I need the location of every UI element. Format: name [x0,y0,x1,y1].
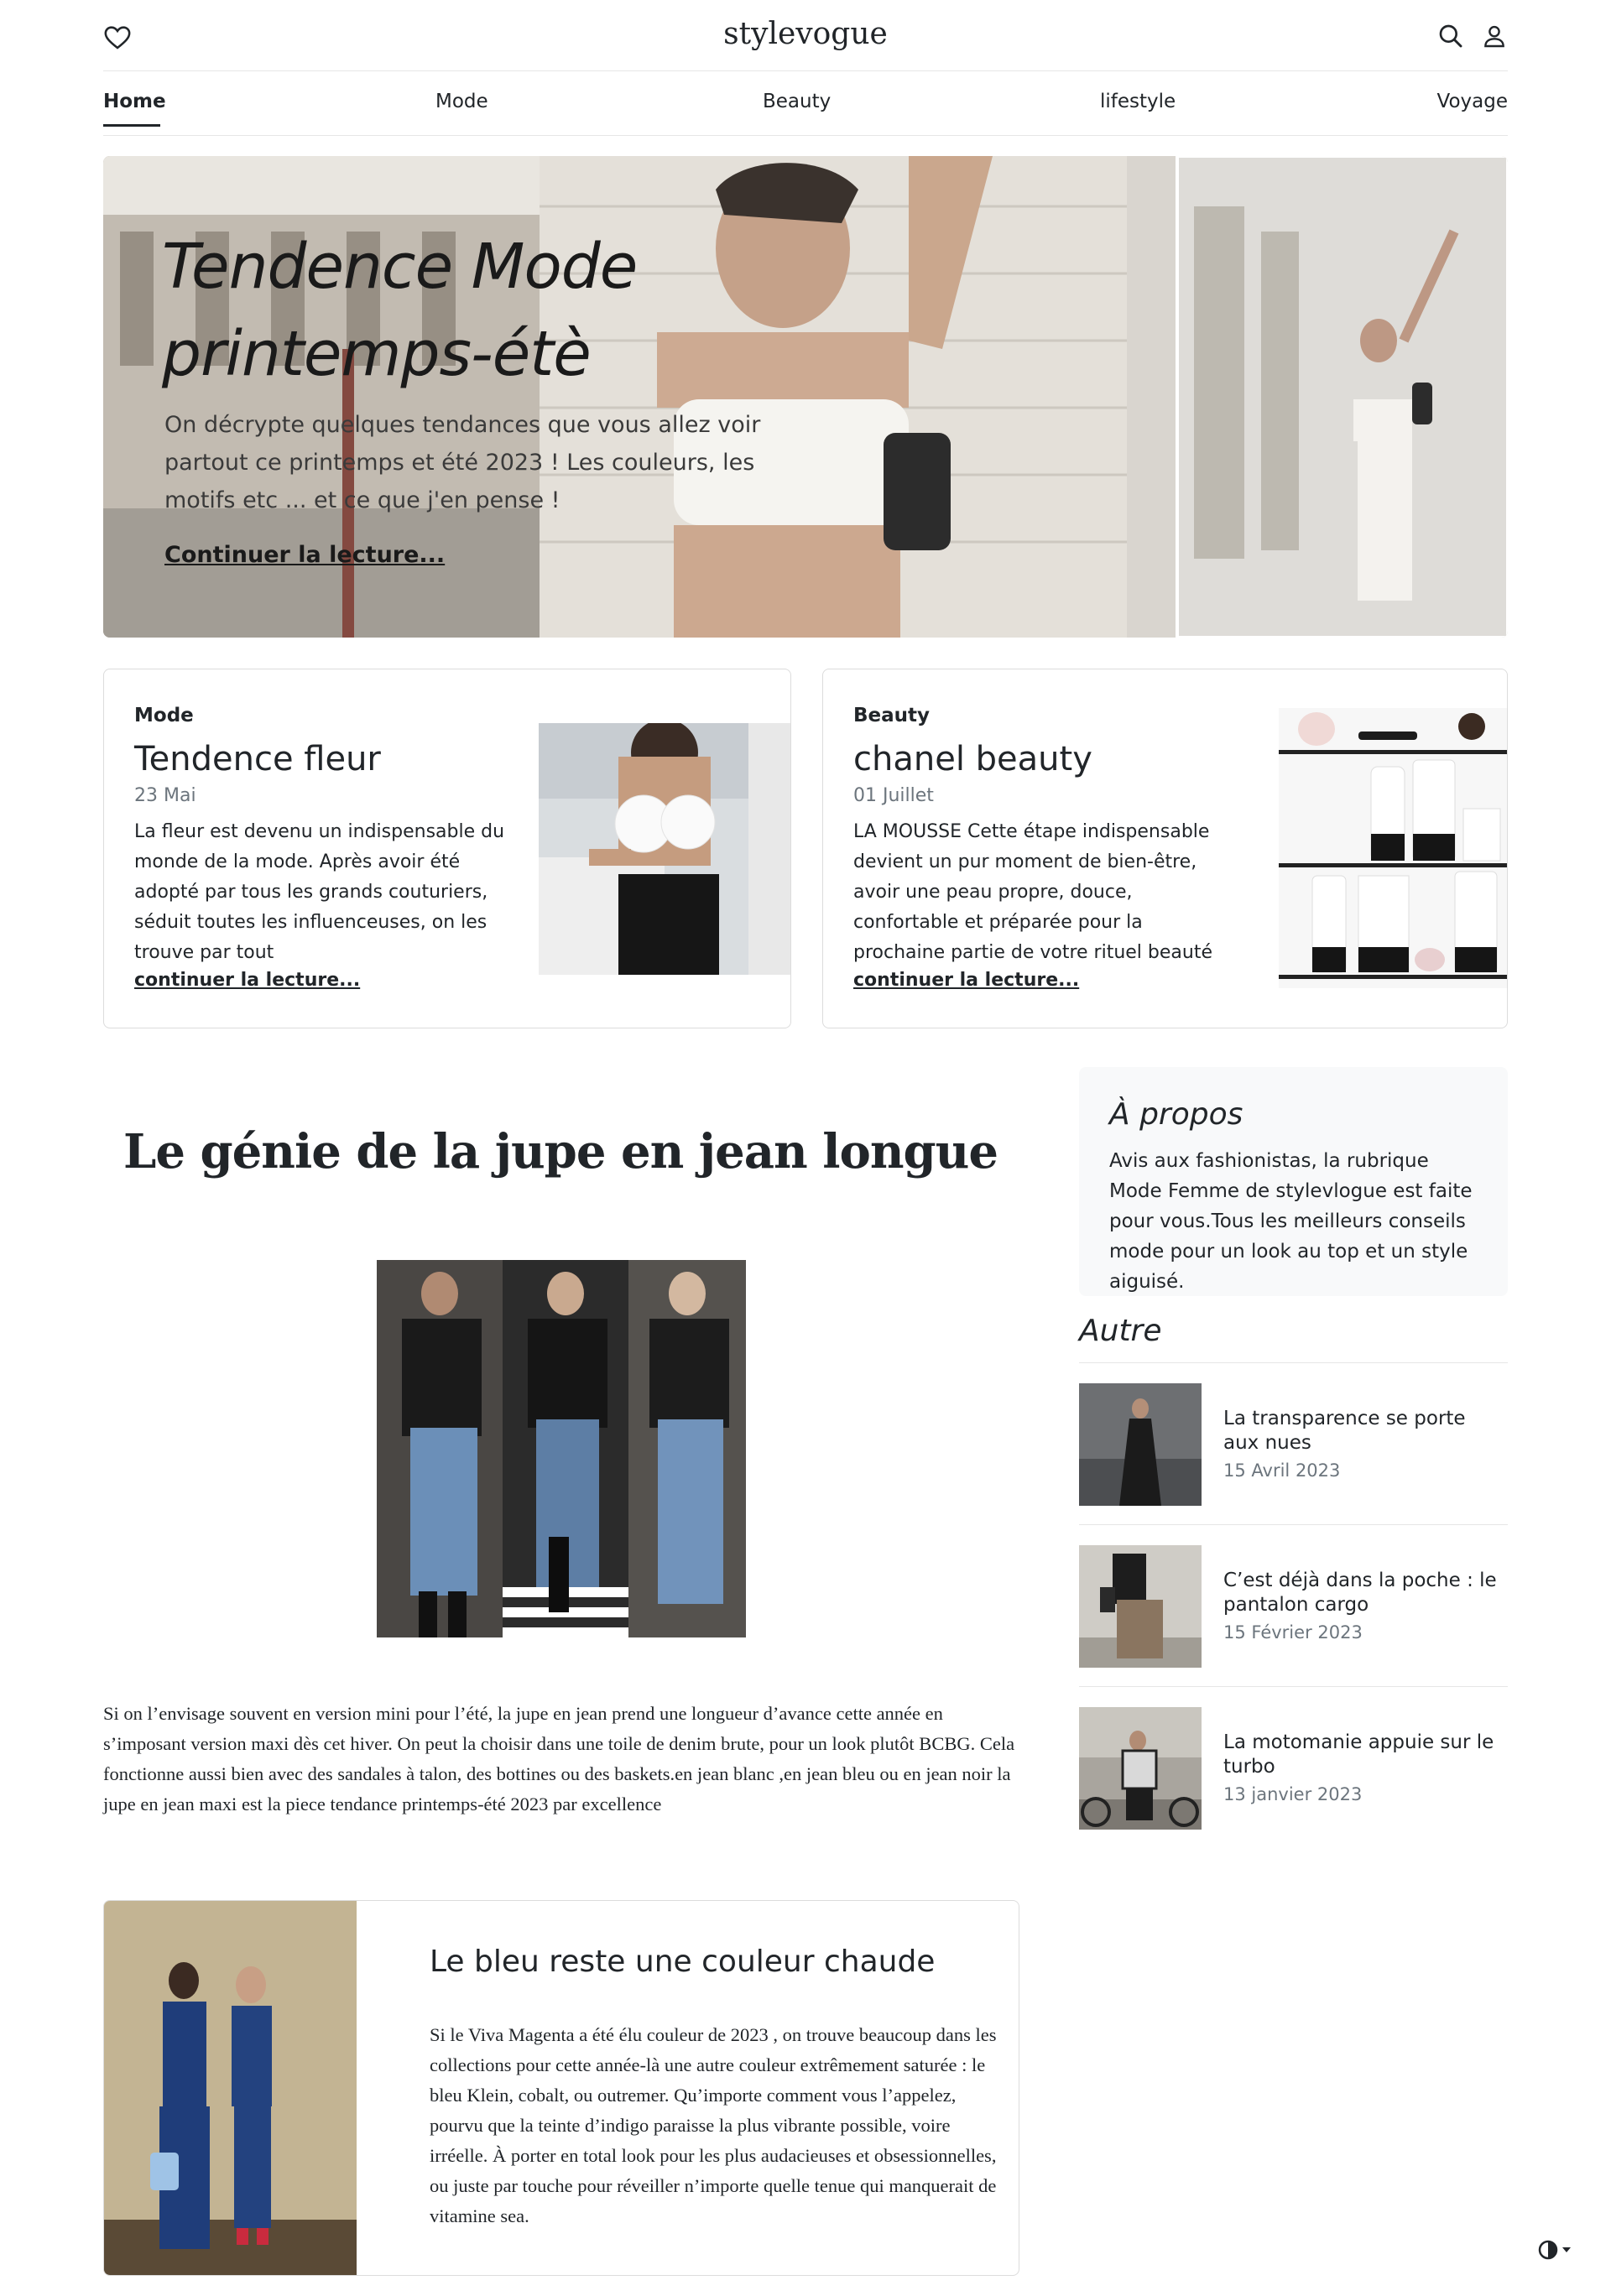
sidebar-thumbnail [1079,1545,1202,1668]
user-icon[interactable] [1481,23,1508,49]
site-logo[interactable]: stylevogue [103,17,1508,51]
nav-item-lifestyle[interactable]: lifestyle [1100,91,1176,112]
sidebar-article-item[interactable]: La transparence se porte aux nues 15 Avr… [1079,1363,1508,1525]
sidebar-article-title: C’est déjà dans la poche : le pantalon c… [1223,1570,1497,1616]
sidebar-article-date: 15 Février 2023 [1223,1622,1363,1643]
sidebar-thumbnail [1079,1707,1202,1830]
card-date: 23 Mai [134,785,196,806]
card-text: La fleur est devenu un indispensable du … [134,821,505,963]
card-image [1279,708,1507,988]
nav-item-mode[interactable]: Mode [435,91,488,112]
about-title: À propos [1109,1097,1243,1132]
hero-title: Tendence Mode printemps-étè [162,231,638,390]
card-title: Tendence fleur [134,740,381,778]
feature-text: Si le Viva Magenta a été élu couleur de … [430,2024,997,2226]
other-articles-heading: Autre [1079,1314,1162,1348]
nav-item-voyage[interactable]: Voyage [1437,91,1508,112]
card-read-more-link[interactable]: continuer la lecture... [853,970,1079,991]
about-text: Avis aux fashionistas, la rubrique Mode … [1109,1150,1473,1293]
main-nav: Home Mode Beauty lifestyle Voyage [103,72,1508,136]
article-card-beauty[interactable]: Beauty chanel beauty 01 Juillet LA MOUSS… [822,669,1508,1028]
sidebar-article-item[interactable]: C’est déjà dans la poche : le pantalon c… [1079,1525,1508,1687]
nav-active-indicator [103,124,160,127]
sidebar-article-date: 15 Avril 2023 [1223,1460,1341,1481]
card-date: 01 Juillet [853,785,934,806]
card-text: LA MOUSSE Cette étape indispensable devi… [853,821,1212,963]
card-category: Beauty [853,705,931,726]
article-image [377,1260,746,1637]
hero-text: On décrypte quelques tendances que vous … [164,412,761,513]
feature-title: Le bleu reste une couleur chaude [430,1945,936,1979]
sidebar-article-title: La transparence se porte aux nues [1223,1408,1466,1454]
sidebar-thumbnail [1079,1383,1202,1506]
hero-read-more-link[interactable]: Continuer la lecture... [164,542,445,568]
search-icon[interactable] [1437,23,1464,49]
article-text: Si on l’envisage souvent en version mini… [103,1703,1015,1814]
sidebar-article-date: 13 janvier 2023 [1223,1784,1363,1804]
card-title: chanel beauty [853,740,1092,778]
feature-card[interactable]: Le bleu reste une couleur chaude Si le V… [103,1900,1019,2276]
about-box: À propos Avis aux fashionistas, la rubri… [1079,1067,1508,1296]
site-header: stylevogue [103,0,1508,71]
card-image [539,723,790,975]
nav-item-beauty[interactable]: Beauty [763,91,831,112]
contrast-icon[interactable] [1537,2238,1577,2262]
nav-item-home[interactable]: Home [103,91,166,112]
article-title: Le génie de la jupe en jean longue [123,1124,998,1179]
sidebar-article-title: La motomanie appuie sur le turbo [1223,1731,1494,1778]
sidebar-article-item[interactable]: La motomanie appuie sur le turbo 13 janv… [1079,1687,1508,1849]
article-card-mode[interactable]: Mode Tendence fleur 23 Mai La fleur est … [103,669,791,1028]
hero-banner[interactable]: Tendence Mode printemps-étè On décrypte … [103,156,1508,638]
card-category: Mode [134,705,194,726]
card-read-more-link[interactable]: continuer la lecture... [134,970,360,991]
feature-image [104,1901,357,2275]
